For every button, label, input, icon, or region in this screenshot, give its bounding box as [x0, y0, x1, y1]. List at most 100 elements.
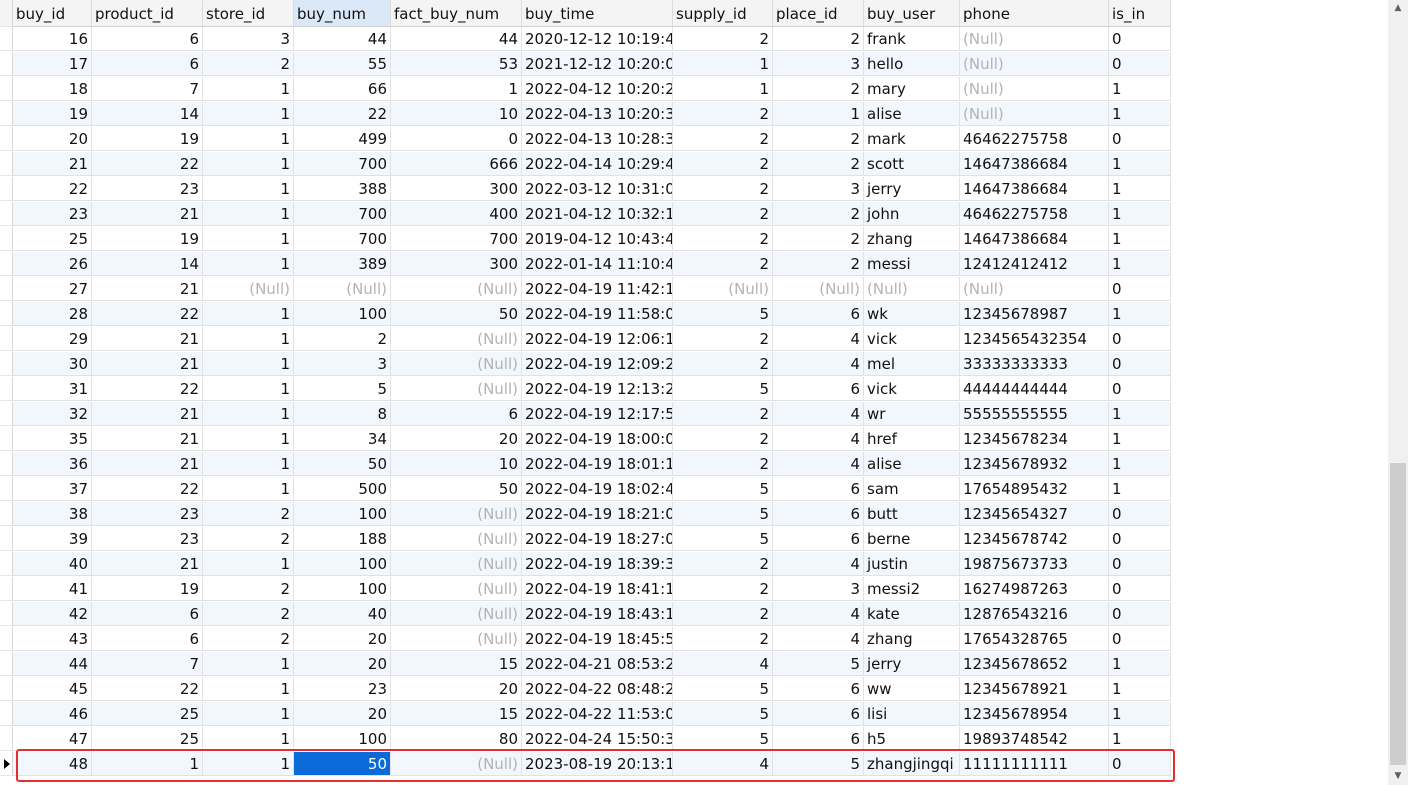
cell-place-id[interactable]: 2: [773, 152, 864, 176]
cell-buy-id[interactable]: 48: [13, 752, 92, 776]
cell-fact-buy-num[interactable]: 10: [391, 452, 522, 476]
cell-place-id[interactable]: 4: [773, 452, 864, 476]
cell-buy-time[interactable]: 2022-04-19 11:58:05: [522, 302, 673, 326]
cell-buy-num[interactable]: 20: [294, 652, 391, 676]
cell-buy-num[interactable]: 100: [294, 502, 391, 526]
cell-buy-time[interactable]: 2022-04-19 18:21:04: [522, 502, 673, 526]
cell-place-id[interactable]: 4: [773, 352, 864, 376]
cell-product-id[interactable]: 7: [92, 77, 203, 101]
header-corner[interactable]: [0, 0, 13, 27]
cell-buy-time[interactable]: 2022-04-19 18:43:17: [522, 602, 673, 626]
cell-is-in[interactable]: 1: [1109, 77, 1171, 101]
cell-buy-time[interactable]: 2022-03-12 10:31:06: [522, 177, 673, 201]
cell-buy-user[interactable]: alise: [864, 102, 960, 126]
cell-place-id[interactable]: 5: [773, 652, 864, 676]
row-selector[interactable]: [0, 327, 13, 351]
cell-product-id[interactable]: 21: [92, 552, 203, 576]
cell-is-in[interactable]: 1: [1109, 727, 1171, 751]
cell-buy-user[interactable]: zhang: [864, 227, 960, 251]
cell-phone[interactable]: 44444444444: [960, 377, 1109, 401]
row-selector[interactable]: [0, 77, 13, 101]
cell-supply-id[interactable]: 1: [673, 52, 773, 76]
cell-store-id[interactable]: 1: [203, 152, 294, 176]
cell-buy-user[interactable]: wk: [864, 302, 960, 326]
cell-buy-time[interactable]: 2022-04-19 18:01:15: [522, 452, 673, 476]
cell-fact-buy-num[interactable]: 300: [391, 177, 522, 201]
cell-buy-num[interactable]: 50: [294, 752, 391, 776]
cell-buy-num[interactable]: 23: [294, 677, 391, 701]
cell-phone[interactable]: 12345654327: [960, 502, 1109, 526]
cell-buy-time[interactable]: 2022-04-19 12:06:14: [522, 327, 673, 351]
cell-is-in[interactable]: 1: [1109, 252, 1171, 276]
cell-buy-id[interactable]: 22: [13, 177, 92, 201]
cell-phone[interactable]: 55555555555: [960, 402, 1109, 426]
cell-supply-id[interactable]: 2: [673, 152, 773, 176]
cell-buy-time[interactable]: 2022-04-21 08:53:20: [522, 652, 673, 676]
cell-buy-id[interactable]: 47: [13, 727, 92, 751]
cell-store-id[interactable]: 2: [203, 602, 294, 626]
cell-phone[interactable]: 46462275758: [960, 202, 1109, 226]
cell-supply-id[interactable]: 5: [673, 527, 773, 551]
cell-buy-id[interactable]: 30: [13, 352, 92, 376]
cell-buy-id[interactable]: 45: [13, 677, 92, 701]
cell-fact-buy-num[interactable]: (Null): [391, 377, 522, 401]
cell-buy-num[interactable]: 500: [294, 477, 391, 501]
cell-buy-time[interactable]: 2022-04-19 12:13:23: [522, 377, 673, 401]
cell-phone[interactable]: 12345678954: [960, 702, 1109, 726]
cell-fact-buy-num[interactable]: 0: [391, 127, 522, 151]
row-selector[interactable]: [0, 727, 13, 751]
cell-buy-time[interactable]: 2022-01-14 11:10:47: [522, 252, 673, 276]
column-header-place-id[interactable]: place_id: [773, 0, 864, 27]
cell-product-id[interactable]: 21: [92, 427, 203, 451]
cell-is-in[interactable]: 0: [1109, 627, 1171, 651]
cell-buy-num[interactable]: 100: [294, 552, 391, 576]
cell-buy-user[interactable]: frank: [864, 27, 960, 51]
cell-buy-id[interactable]: 46: [13, 702, 92, 726]
table-row[interactable]: 41 19 2 100 (Null) 2022-04-19 18:41:17 2 3 messi…: [0, 577, 1171, 602]
row-selector[interactable]: [0, 552, 13, 576]
cell-product-id[interactable]: 21: [92, 402, 203, 426]
cell-phone[interactable]: 12345678234: [960, 427, 1109, 451]
cell-buy-user[interactable]: vick: [864, 377, 960, 401]
row-selector[interactable]: [0, 102, 13, 126]
cell-store-id[interactable]: 1: [203, 252, 294, 276]
cell-fact-buy-num[interactable]: 80: [391, 727, 522, 751]
cell-product-id[interactable]: 23: [92, 527, 203, 551]
cell-phone[interactable]: 17654328765: [960, 627, 1109, 651]
cell-buy-time[interactable]: 2022-04-19 18:45:54: [522, 627, 673, 651]
cell-store-id[interactable]: 2: [203, 502, 294, 526]
cell-is-in[interactable]: 0: [1109, 27, 1171, 51]
cell-buy-num[interactable]: 20: [294, 702, 391, 726]
table-row[interactable]: 27 21 (Null) (Null) (Null) 2022-04-19 11:42:1…: [0, 277, 1171, 302]
cell-store-id[interactable]: 1: [203, 77, 294, 101]
cell-buy-id[interactable]: 41: [13, 577, 92, 601]
cell-supply-id[interactable]: 2: [673, 427, 773, 451]
cell-buy-num[interactable]: 5: [294, 377, 391, 401]
cell-store-id[interactable]: 1: [203, 677, 294, 701]
column-header-supply-id[interactable]: supply_id: [673, 0, 773, 27]
cell-fact-buy-num[interactable]: 15: [391, 702, 522, 726]
cell-store-id[interactable]: 1: [203, 702, 294, 726]
cell-supply-id[interactable]: 2: [673, 252, 773, 276]
cell-is-in[interactable]: 1: [1109, 402, 1171, 426]
cell-phone[interactable]: (Null): [960, 277, 1109, 301]
cell-place-id[interactable]: 5: [773, 752, 864, 776]
cell-store-id[interactable]: 1: [203, 477, 294, 501]
cell-place-id[interactable]: 2: [773, 127, 864, 151]
row-selector[interactable]: [0, 352, 13, 376]
cell-buy-id[interactable]: 36: [13, 452, 92, 476]
cell-product-id[interactable]: 6: [92, 627, 203, 651]
table-row[interactable]: 43 6 2 20 (Null) 2022-04-19 18:45:54 2 4 zhang 17…: [0, 627, 1171, 652]
cell-buy-id[interactable]: 32: [13, 402, 92, 426]
cell-buy-time[interactable]: 2021-12-12 10:20:09: [522, 52, 673, 76]
cell-store-id[interactable]: 1: [203, 202, 294, 226]
cell-phone[interactable]: 12345678921: [960, 677, 1109, 701]
column-header-buy-id[interactable]: buy_id: [13, 0, 92, 27]
cell-fact-buy-num[interactable]: 15: [391, 652, 522, 676]
cell-fact-buy-num[interactable]: 20: [391, 427, 522, 451]
cell-product-id[interactable]: 14: [92, 252, 203, 276]
cell-place-id[interactable]: 2: [773, 252, 864, 276]
cell-buy-time[interactable]: 2023-08-19 20:13:12: [522, 752, 673, 776]
column-header-phone[interactable]: phone: [960, 0, 1109, 27]
cell-store-id[interactable]: 1: [203, 227, 294, 251]
